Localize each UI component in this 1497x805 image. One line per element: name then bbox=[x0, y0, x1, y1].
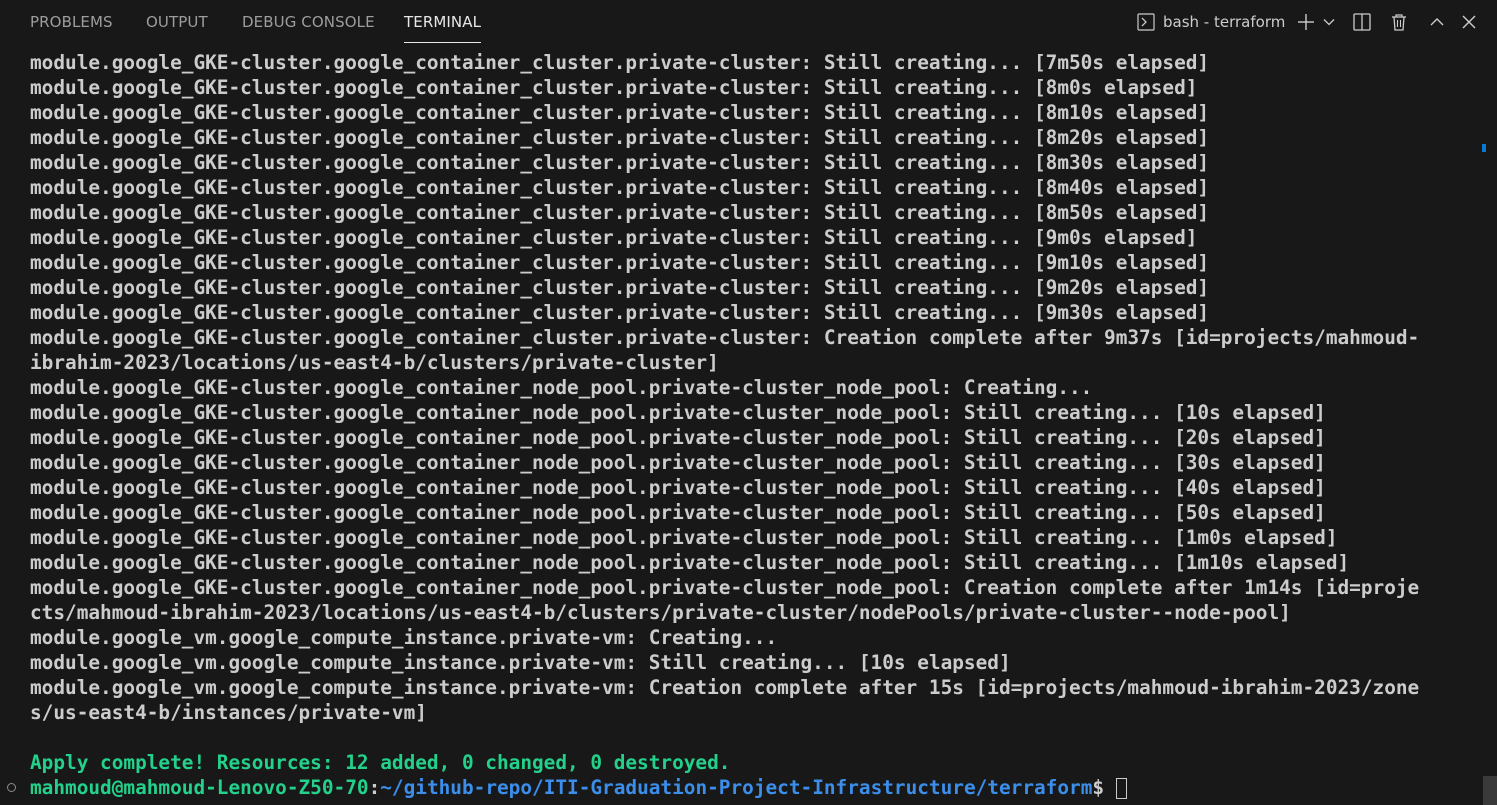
terminal-output[interactable]: module.google_GKE-cluster.google_contain… bbox=[30, 50, 1470, 800]
chevron-down-icon bbox=[1322, 15, 1336, 29]
terminal-line: ibrahim-2023/locations/us-east4-b/cluste… bbox=[30, 351, 719, 374]
terminal-line: module.google_GKE-cluster.google_contain… bbox=[30, 401, 1326, 424]
terminal-line: module.google_GKE-cluster.google_contain… bbox=[30, 51, 1210, 74]
prompt-symbol: $ bbox=[1092, 776, 1116, 799]
kill-terminal-button[interactable] bbox=[1387, 9, 1411, 35]
terminal-line: module.google_GKE-cluster.google_contain… bbox=[30, 176, 1210, 199]
prompt-separator: : bbox=[368, 776, 381, 799]
terminal-line: cts/mahmoud-ibrahim-2023/locations/us-ea… bbox=[30, 601, 1291, 624]
terminal-line: module.google_GKE-cluster.google_contain… bbox=[30, 576, 1420, 599]
command-decoration-icon[interactable] bbox=[7, 783, 16, 792]
terminal-line: module.google_GKE-cluster.google_contain… bbox=[30, 101, 1210, 124]
panel-tab-bar: PROBLEMS OUTPUT DEBUG CONSOLE TERMINAL b… bbox=[0, 0, 1497, 45]
terminal-line: module.google_GKE-cluster.google_contain… bbox=[30, 426, 1326, 449]
terminal-line: module.google_vm.google_compute_instance… bbox=[30, 676, 1420, 699]
terminal-line: module.google_GKE-cluster.google_contain… bbox=[30, 76, 1198, 99]
terminal-selector[interactable]: bash - terraform bbox=[1137, 9, 1285, 35]
terminal-line: module.google_GKE-cluster.google_contain… bbox=[30, 126, 1210, 149]
prompt-path: ~/github-repo/ITI-Graduation-Project-Inf… bbox=[380, 776, 1093, 799]
scrollbar-thumb[interactable] bbox=[1483, 776, 1497, 805]
split-terminal-icon bbox=[1352, 12, 1372, 32]
split-terminal-button[interactable] bbox=[1350, 9, 1374, 35]
terminal-line: module.google_GKE-cluster.google_contain… bbox=[30, 251, 1210, 274]
tab-output[interactable]: OUTPUT bbox=[146, 0, 208, 45]
terminal-line: module.google_GKE-cluster.google_contain… bbox=[30, 301, 1210, 324]
terminal-line: module.google_vm.google_compute_instance… bbox=[30, 651, 1011, 674]
terminal-line: module.google_GKE-cluster.google_contain… bbox=[30, 276, 1210, 299]
close-panel-button[interactable] bbox=[1457, 9, 1481, 35]
maximize-panel-button[interactable] bbox=[1425, 9, 1449, 35]
terminal-line: module.google_GKE-cluster.google_contain… bbox=[30, 526, 1338, 549]
terminal-line: module.google_GKE-cluster.google_contain… bbox=[30, 201, 1210, 224]
terminal-line: module.google_GKE-cluster.google_contain… bbox=[30, 226, 1198, 249]
apply-summary: Apply complete! Resources: 12 added, 0 c… bbox=[30, 751, 731, 774]
new-terminal-button[interactable] bbox=[1294, 9, 1318, 35]
terminal-line: module.google_vm.google_compute_instance… bbox=[30, 626, 778, 649]
terminal-icon bbox=[1137, 13, 1155, 31]
terminal-panel: PROBLEMS OUTPUT DEBUG CONSOLE TERMINAL b… bbox=[0, 0, 1497, 805]
scrollbar-marker bbox=[1482, 144, 1486, 152]
tab-terminal[interactable]: TERMINAL bbox=[404, 0, 482, 45]
terminal-line: module.google_GKE-cluster.google_contain… bbox=[30, 551, 1350, 574]
terminal-line: module.google_GKE-cluster.google_contain… bbox=[30, 501, 1326, 524]
terminal-line: module.google_GKE-cluster.google_contain… bbox=[30, 326, 1420, 349]
tab-problems[interactable]: PROBLEMS bbox=[30, 0, 113, 45]
terminal-dropdown-button[interactable] bbox=[1320, 9, 1338, 35]
prompt-user-host: mahmoud@mahmoud-Lenovo-Z50-70 bbox=[30, 776, 369, 799]
close-icon bbox=[1460, 13, 1478, 31]
plus-icon bbox=[1296, 12, 1316, 32]
tab-debug-console[interactable]: DEBUG CONSOLE bbox=[242, 0, 375, 45]
terminal-line: module.google_GKE-cluster.google_contain… bbox=[30, 451, 1326, 474]
terminal-name-label: bash - terraform bbox=[1163, 13, 1286, 31]
chevron-up-icon bbox=[1428, 13, 1446, 31]
terminal-line: module.google_GKE-cluster.google_contain… bbox=[30, 151, 1210, 174]
terminal-cursor bbox=[1115, 778, 1127, 799]
terminal-line: s/us-east4-b/instances/private-vm] bbox=[30, 701, 427, 724]
terminal-line: module.google_GKE-cluster.google_contain… bbox=[30, 376, 1093, 399]
trash-icon bbox=[1389, 12, 1409, 32]
terminal-line: module.google_GKE-cluster.google_contain… bbox=[30, 476, 1326, 499]
shell-prompt[interactable]: mahmoud@mahmoud-Lenovo-Z50-70:~/github-r… bbox=[30, 775, 1470, 800]
